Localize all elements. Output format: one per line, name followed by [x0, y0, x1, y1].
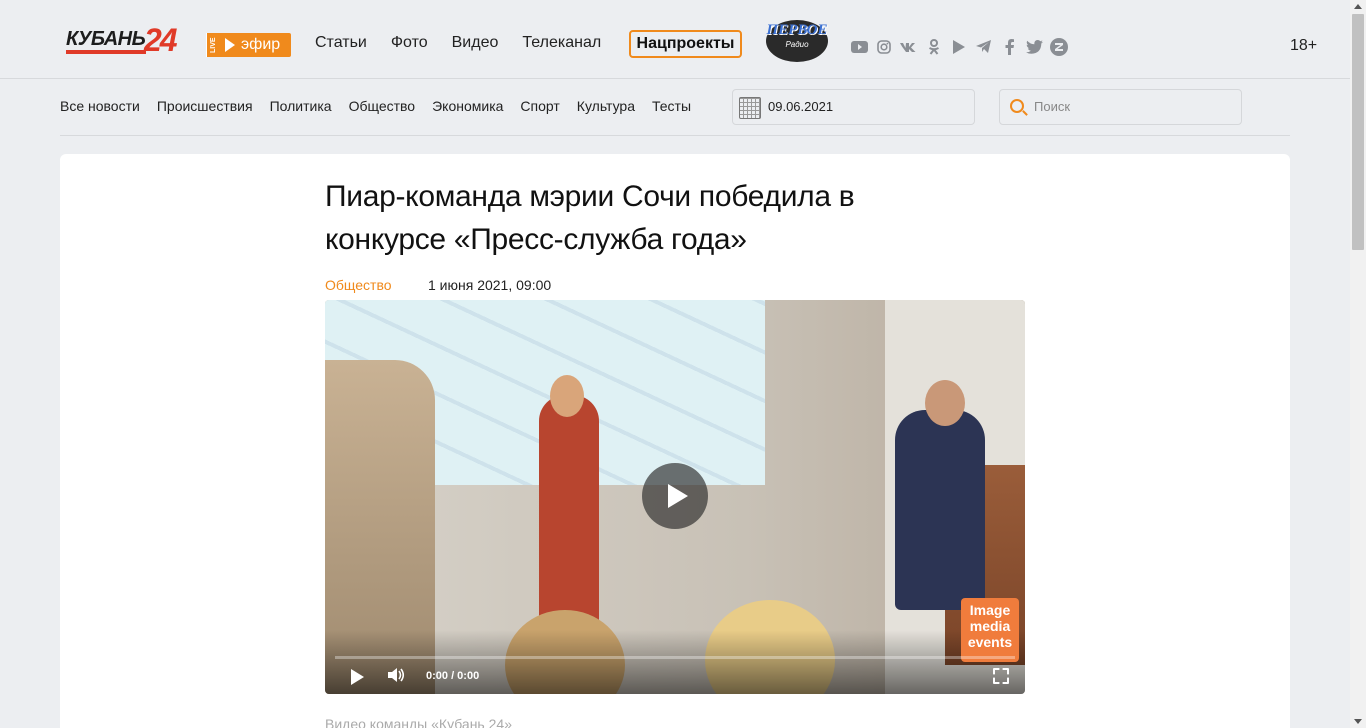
- category-nav: Все новости Происшествия Политика Общест…: [60, 98, 708, 114]
- pervoe-radio-logo[interactable]: ПЕРВОЕ Радио: [766, 20, 828, 62]
- category-society[interactable]: Общество: [349, 98, 416, 114]
- article-title: Пиар-команда мэрии Сочи победила в конку…: [325, 180, 855, 256]
- date-value: 09.06.2021: [768, 99, 834, 114]
- radio-logo-text: ПЕРВОЕ: [766, 22, 828, 38]
- nav-articles[interactable]: Статьи: [315, 34, 367, 52]
- play-icon[interactable]: [351, 669, 364, 685]
- video-frame-host: [895, 410, 985, 610]
- video-player[interactable]: Image media events 0:00 / 0:00: [325, 300, 1025, 694]
- volume-icon[interactable]: [388, 667, 406, 685]
- category-sport[interactable]: Спорт: [520, 98, 559, 114]
- main-nav: Статьи Фото Видео Телеканал: [315, 34, 625, 52]
- page-scrollbar[interactable]: [1350, 0, 1366, 728]
- category-incidents[interactable]: Происшествия: [157, 98, 253, 114]
- scroll-up-icon[interactable]: [1354, 4, 1362, 9]
- national-projects-button[interactable]: Нацпроекты: [629, 30, 742, 58]
- header-divider: [60, 135, 1290, 136]
- logo-underline: [66, 50, 146, 54]
- video-time: 0:00 / 0:00: [426, 670, 480, 682]
- odnoklassniki-icon[interactable]: [925, 38, 943, 56]
- video-progress-bar[interactable]: [335, 656, 1015, 659]
- category-culture[interactable]: Культура: [577, 98, 635, 114]
- big-play-button[interactable]: [642, 463, 708, 529]
- telegram-icon[interactable]: [975, 38, 993, 56]
- top-header: КУБАНЬ 24 LIVE эфир Статьи Фото Видео Те…: [0, 0, 1350, 79]
- play-icon[interactable]: [950, 38, 968, 56]
- video-frame-speaker: [539, 395, 599, 625]
- category-all-news[interactable]: Все новости: [60, 98, 140, 114]
- zen-icon[interactable]: [1050, 38, 1068, 56]
- live-stream-button[interactable]: LIVE эфир: [206, 33, 291, 57]
- nav-video[interactable]: Видео: [452, 34, 499, 52]
- video-watermark: Image media events: [961, 598, 1019, 662]
- video-caption: Видео команды «Кубань 24»: [325, 716, 512, 728]
- logo-text: КУБАНЬ: [66, 28, 146, 50]
- play-icon: [225, 38, 235, 52]
- live-tag: LIVE: [206, 33, 220, 57]
- category-economy[interactable]: Экономика: [432, 98, 503, 114]
- facebook-icon[interactable]: [1000, 38, 1018, 56]
- search-box: [999, 89, 1242, 125]
- live-label: эфир: [241, 36, 281, 53]
- date-picker[interactable]: 09.06.2021: [732, 89, 975, 125]
- search-icon[interactable]: [1010, 99, 1024, 113]
- calendar-icon: [739, 97, 761, 119]
- twitter-icon[interactable]: [1025, 38, 1043, 56]
- nav-tv-channel[interactable]: Телеканал: [522, 34, 601, 52]
- instagram-icon[interactable]: [875, 38, 893, 56]
- article-rubric[interactable]: Общество: [325, 277, 392, 293]
- search-input[interactable]: [1034, 99, 1224, 114]
- vk-icon[interactable]: [900, 38, 918, 56]
- logo-number: 24: [144, 22, 178, 58]
- scroll-down-icon[interactable]: [1354, 719, 1362, 724]
- site-logo[interactable]: КУБАНЬ 24: [66, 22, 181, 60]
- category-tests[interactable]: Тесты: [652, 98, 691, 114]
- video-frame-speaker-head: [550, 375, 584, 417]
- radio-logo-sub: Радио: [785, 40, 809, 49]
- social-links: [850, 38, 1075, 56]
- youtube-icon[interactable]: [850, 38, 868, 56]
- age-rating: 18+: [1290, 37, 1318, 54]
- article-date: 1 июня 2021, 09:00: [428, 277, 552, 293]
- scroll-thumb[interactable]: [1352, 14, 1364, 250]
- video-controls-gradient: [325, 630, 1025, 694]
- nav-photo[interactable]: Фото: [391, 34, 428, 52]
- category-politics[interactable]: Политика: [270, 98, 332, 114]
- video-frame-host-head: [925, 380, 965, 426]
